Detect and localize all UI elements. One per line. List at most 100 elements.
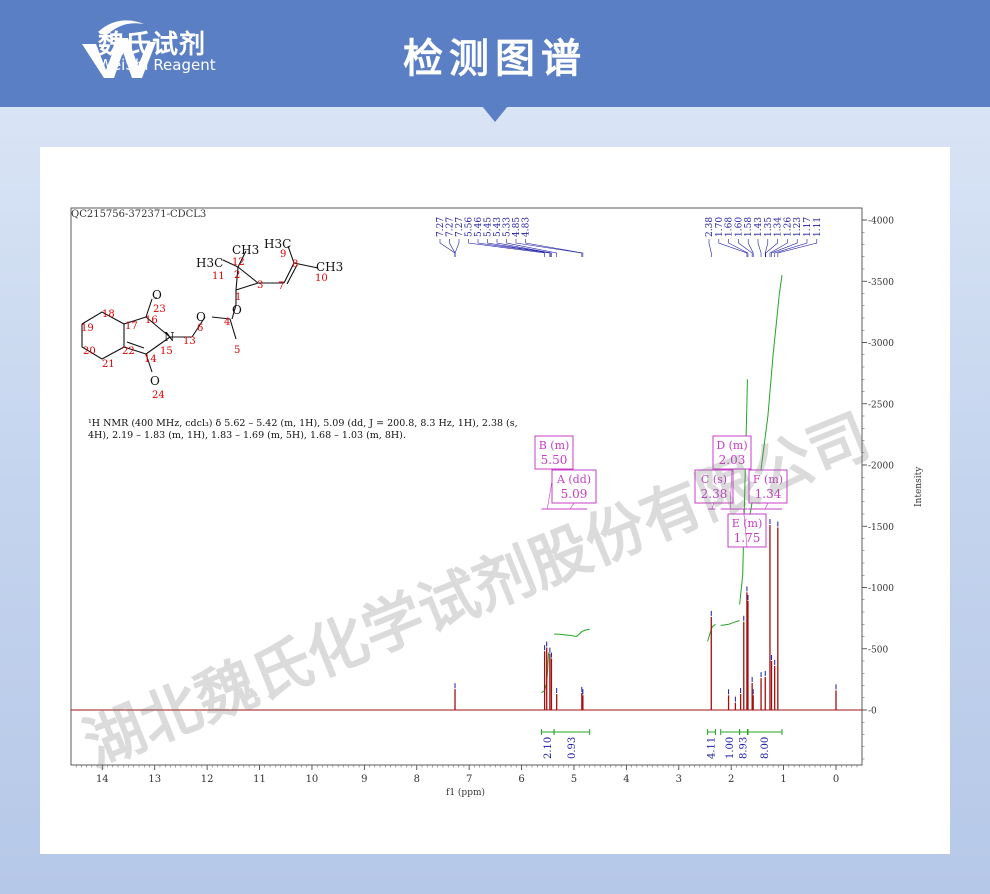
peak-label: 4.85 bbox=[512, 217, 522, 237]
peak-label-connector bbox=[454, 239, 460, 257]
peak-label: 7.27 bbox=[446, 217, 456, 237]
svg-text:13: 13 bbox=[183, 336, 196, 347]
svg-text:10: 10 bbox=[315, 273, 328, 284]
peak-labels: 7.27 7.27 7.27 5.56 5.46 5.45 5.43 5.33 4.85 4.83… bbox=[436, 217, 823, 257]
peak-label: 1.70 bbox=[715, 217, 725, 237]
spectrum-card: QC215756-372371-CDCL3 H3C CH3 11 12 2 H3… bbox=[40, 147, 950, 854]
x-tick-label: 5 bbox=[571, 774, 577, 785]
multiplet-connector bbox=[569, 502, 575, 510]
svg-text:2: 2 bbox=[234, 270, 240, 281]
peak-label: 1.68 bbox=[725, 217, 735, 237]
peak-label: 5.43 bbox=[493, 217, 503, 237]
y-tick-label: -0 bbox=[868, 707, 877, 717]
peak-label: 1.17 bbox=[803, 217, 813, 237]
nmr-description-line2: 4H), 2.19 – 1.83 (m, 1H), 1.83 – 1.69 (m… bbox=[88, 430, 406, 441]
x-tick-label: 9 bbox=[361, 774, 367, 785]
integral-value: 0.93 bbox=[567, 737, 578, 759]
peak-label-connector bbox=[738, 239, 753, 257]
peak-label-connector bbox=[774, 239, 808, 257]
y-tick-label: -3000 bbox=[868, 339, 894, 349]
x-tick-label: 0 bbox=[833, 774, 839, 785]
svg-text:24: 24 bbox=[152, 390, 165, 401]
svg-text:O: O bbox=[196, 310, 206, 324]
peak-label-connector bbox=[757, 239, 762, 257]
peak-label-connector bbox=[439, 239, 456, 257]
peak-label: 7.27 bbox=[455, 217, 465, 237]
peak-label: 1.43 bbox=[754, 217, 764, 237]
integral-value: 2.10 bbox=[543, 737, 554, 759]
peak-label: 2.38 bbox=[705, 217, 715, 237]
peak-label-connector bbox=[718, 239, 748, 257]
svg-text:22: 22 bbox=[122, 346, 135, 357]
svg-text:1: 1 bbox=[235, 292, 241, 303]
peak-label-connector bbox=[525, 239, 584, 257]
svg-text:11: 11 bbox=[212, 271, 225, 282]
x-tick-label: 11 bbox=[253, 774, 266, 785]
integral-value: 8.93 bbox=[739, 737, 750, 759]
svg-text:20: 20 bbox=[83, 346, 96, 357]
svg-text:17: 17 bbox=[125, 321, 138, 332]
x-tick-label: 7 bbox=[466, 774, 472, 785]
y-axis-label: Intensity bbox=[914, 466, 924, 507]
x-tick-label: 2 bbox=[728, 774, 734, 785]
multiplet-value: 1.75 bbox=[734, 531, 761, 545]
svg-text:CH3: CH3 bbox=[232, 243, 259, 257]
multiplet-letter: A (dd) bbox=[556, 473, 591, 486]
multiplet-letter: B (m) bbox=[539, 439, 570, 452]
svg-text:H3C: H3C bbox=[196, 256, 223, 270]
x-tick-label: 8 bbox=[414, 774, 420, 785]
peak-label: 5.33 bbox=[503, 217, 513, 237]
structure-labels: H3C CH3 11 12 2 H3C 9 8 CH3 10 3 7 1 O 2… bbox=[81, 237, 343, 401]
svg-text:H3C: H3C bbox=[264, 237, 291, 251]
y-tick-label: -2500 bbox=[868, 400, 894, 410]
sample-id: QC215756-372371-CDCL3 bbox=[71, 209, 206, 220]
nmr-description-line1: ¹H NMR (400 MHz, cdcl₃) δ 5.62 – 5.42 (m… bbox=[88, 418, 518, 429]
x-tick-label: 4 bbox=[623, 774, 629, 785]
multiplet-value: 5.09 bbox=[561, 487, 588, 501]
peak-label-connector bbox=[477, 239, 551, 257]
svg-text:14: 14 bbox=[144, 354, 157, 365]
svg-text:16: 16 bbox=[145, 315, 158, 326]
svg-text:N: N bbox=[164, 330, 175, 344]
peak-label: 1.23 bbox=[793, 217, 803, 237]
svg-text:6: 6 bbox=[197, 323, 203, 334]
peak-label: 5.46 bbox=[474, 217, 484, 237]
peak-label-connector bbox=[708, 239, 712, 257]
integral-curve bbox=[554, 628, 590, 638]
x-tick-label: 10 bbox=[306, 774, 319, 785]
y-tick-label: -1500 bbox=[868, 523, 894, 533]
svg-text:23: 23 bbox=[153, 304, 166, 315]
svg-text:8: 8 bbox=[292, 259, 298, 270]
integral-value: 1.00 bbox=[725, 737, 736, 759]
header-banner: 魏氏试剂 WeiShi Reagent 检测图谱 bbox=[0, 0, 990, 107]
x-tick-label: 3 bbox=[676, 774, 682, 785]
x-tick-label: 12 bbox=[201, 774, 214, 785]
x-axis-label: f1 (ppm) bbox=[446, 787, 485, 798]
peak-label: 1.60 bbox=[734, 217, 744, 237]
banner-pointer bbox=[482, 106, 508, 122]
peak-label: 1.34 bbox=[774, 217, 784, 237]
x-tick-label: 1 bbox=[780, 774, 786, 785]
peak-label: 1.26 bbox=[783, 217, 793, 237]
y-tick-label: -500 bbox=[868, 645, 888, 655]
peak-label: 1.11 bbox=[813, 217, 823, 237]
y-tick-label: -1000 bbox=[868, 584, 894, 594]
y-tick-label: -4000 bbox=[868, 217, 894, 227]
company-watermark: 湖北魏氏化学试剂股份有限公司 bbox=[74, 401, 879, 781]
peak-label: 1.35 bbox=[764, 217, 774, 237]
svg-text:12: 12 bbox=[232, 257, 245, 268]
peak-label: 1.58 bbox=[744, 217, 754, 237]
x-tick-label: 6 bbox=[518, 774, 524, 785]
integral-curve bbox=[720, 620, 740, 626]
x-tick-label: 13 bbox=[148, 774, 161, 785]
svg-text:19: 19 bbox=[81, 323, 94, 334]
svg-text:15: 15 bbox=[160, 346, 173, 357]
peak-label: 5.56 bbox=[465, 217, 475, 237]
page-title: 检测图谱 bbox=[403, 36, 587, 82]
svg-text:4: 4 bbox=[224, 317, 230, 328]
peak-label-connector bbox=[771, 239, 798, 257]
peak-label-connector bbox=[449, 239, 456, 257]
svg-text:21: 21 bbox=[102, 359, 115, 370]
y-tick-label: -3500 bbox=[868, 278, 894, 288]
integral-value: 4.11 bbox=[707, 737, 718, 759]
